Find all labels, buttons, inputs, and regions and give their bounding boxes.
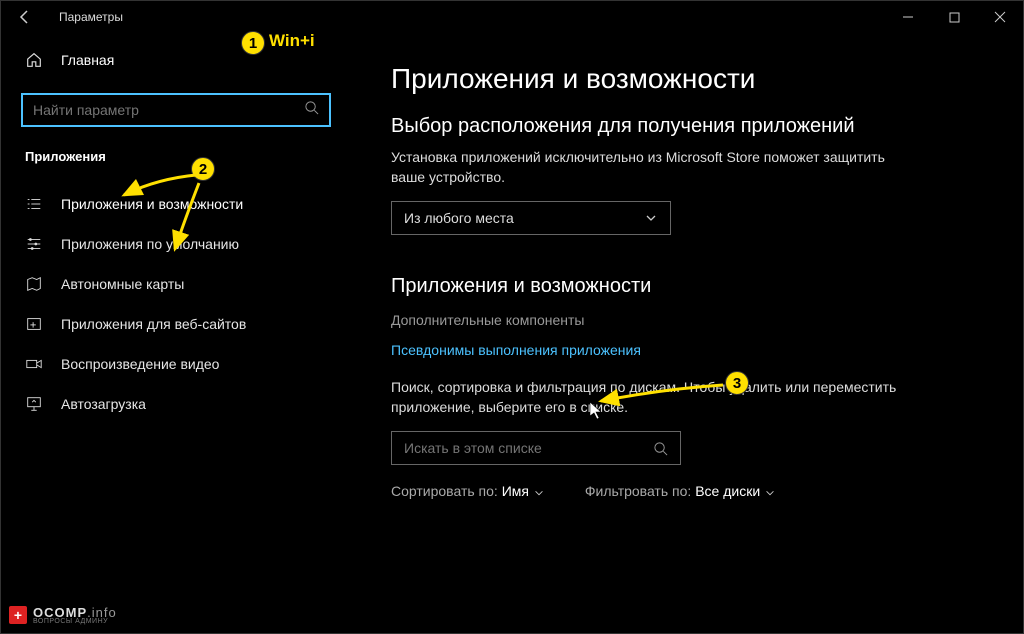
sidebar-item-websites[interactable]: Приложения для веб-сайтов bbox=[1, 304, 351, 344]
list-icon bbox=[25, 195, 43, 213]
filter-label: Фильтровать по: bbox=[585, 483, 691, 499]
back-button[interactable] bbox=[9, 1, 41, 33]
anno-badge-1: 1 bbox=[241, 31, 265, 55]
sort-control[interactable]: Сортировать по: Имя bbox=[391, 483, 545, 499]
filter-control[interactable]: Фильтровать по: Все диски bbox=[585, 483, 776, 499]
app-search-field[interactable] bbox=[404, 440, 653, 456]
sidebar-home-label: Главная bbox=[61, 52, 114, 68]
titlebar: Параметры bbox=[1, 1, 1023, 33]
close-icon bbox=[994, 11, 1006, 23]
app-search-input[interactable] bbox=[391, 431, 681, 465]
optional-features-link[interactable]: Дополнительные компоненты bbox=[391, 312, 585, 328]
sidebar: Главная Приложения Приложения и возможно… bbox=[1, 33, 351, 633]
watermark-sub: ВОПРОСЫ АДМИНУ bbox=[33, 618, 117, 625]
sort-label: Сортировать по: bbox=[391, 483, 498, 499]
arrow-left-icon bbox=[17, 9, 33, 25]
sidebar-item-default-apps[interactable]: Приложения по умолчанию bbox=[1, 224, 351, 264]
sidebar-item-offline-maps[interactable]: Автономные карты bbox=[1, 264, 351, 304]
sidebar-item-startup[interactable]: Автозагрузка bbox=[1, 384, 351, 424]
chevron-down-icon bbox=[644, 211, 658, 225]
sidebar-item-apps-features[interactable]: Приложения и возможности bbox=[1, 184, 351, 224]
anno-badge-2: 2 bbox=[191, 157, 215, 181]
chevron-down-icon bbox=[533, 487, 545, 499]
search-icon bbox=[653, 441, 668, 456]
search-input[interactable] bbox=[21, 93, 331, 127]
startup-icon bbox=[25, 395, 43, 413]
dropdown-value: Из любого места bbox=[404, 210, 514, 226]
sort-value: Имя bbox=[502, 483, 529, 499]
sidebar-item-label: Приложения и возможности bbox=[61, 196, 243, 212]
minimize-icon bbox=[902, 11, 914, 23]
search-field[interactable] bbox=[33, 102, 304, 118]
watermark: + OCOMP.info ВОПРОСЫ АДМИНУ bbox=[9, 605, 117, 625]
search-icon bbox=[304, 100, 319, 120]
aliases-link[interactable]: Псевдонимы выполнения приложения bbox=[391, 342, 641, 358]
sidebar-item-video[interactable]: Воспроизведение видео bbox=[1, 344, 351, 384]
watermark-icon: + bbox=[9, 606, 27, 624]
chevron-down-icon bbox=[764, 487, 776, 499]
section2-title: Приложения и возможности bbox=[391, 275, 983, 298]
minimize-button[interactable] bbox=[885, 1, 931, 33]
map-icon bbox=[25, 275, 43, 293]
sidebar-item-label: Автономные карты bbox=[61, 276, 184, 292]
page-title: Приложения и возможности bbox=[391, 63, 983, 95]
window-title: Параметры bbox=[59, 10, 123, 24]
close-button[interactable] bbox=[977, 1, 1023, 33]
anno-badge-3: 3 bbox=[725, 371, 749, 395]
source-dropdown[interactable]: Из любого места bbox=[391, 201, 671, 235]
video-icon bbox=[25, 355, 43, 373]
website-icon bbox=[25, 315, 43, 333]
sidebar-item-label: Воспроизведение видео bbox=[61, 356, 219, 372]
filter-description: Поиск, сортировка и фильтрация по дискам… bbox=[391, 378, 911, 417]
main-content: Приложения и возможности Выбор расположе… bbox=[351, 33, 1023, 633]
maximize-icon bbox=[949, 12, 960, 23]
sidebar-section-label: Приложения bbox=[1, 141, 351, 170]
anno-label-1: Win+i bbox=[269, 31, 315, 51]
filter-value: Все диски bbox=[695, 483, 760, 499]
maximize-button[interactable] bbox=[931, 1, 977, 33]
home-icon bbox=[25, 51, 43, 69]
defaults-icon bbox=[25, 235, 43, 253]
sidebar-item-label: Автозагрузка bbox=[61, 396, 146, 412]
section-description: Установка приложений исключительно из Mi… bbox=[391, 148, 911, 187]
sidebar-item-label: Приложения по умолчанию bbox=[61, 236, 239, 252]
section-title: Выбор расположения для получения приложе… bbox=[391, 115, 983, 138]
sidebar-item-label: Приложения для веб-сайтов bbox=[61, 316, 246, 332]
